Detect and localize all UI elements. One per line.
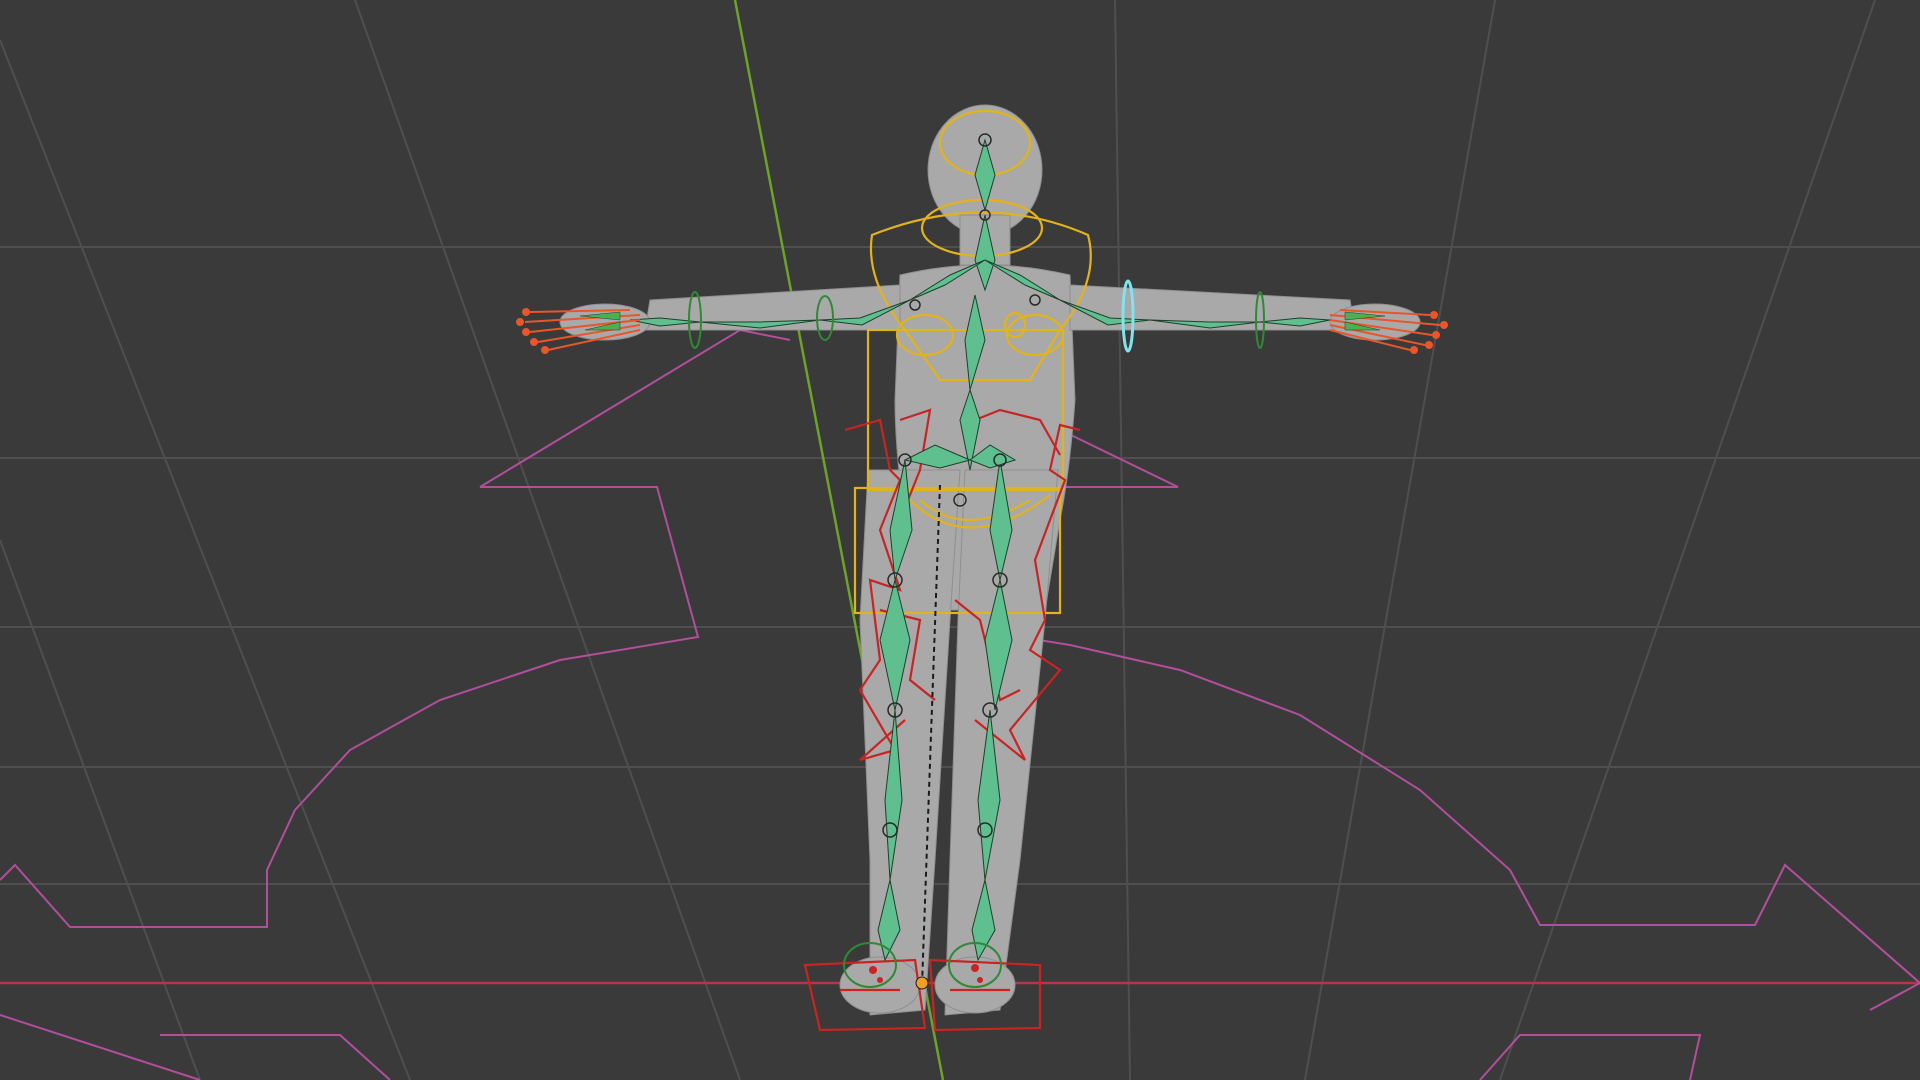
3d-viewport[interactable] [0,0,1920,1080]
viewport-scene[interactable] [0,0,1920,1080]
origin-marker[interactable] [915,976,929,990]
